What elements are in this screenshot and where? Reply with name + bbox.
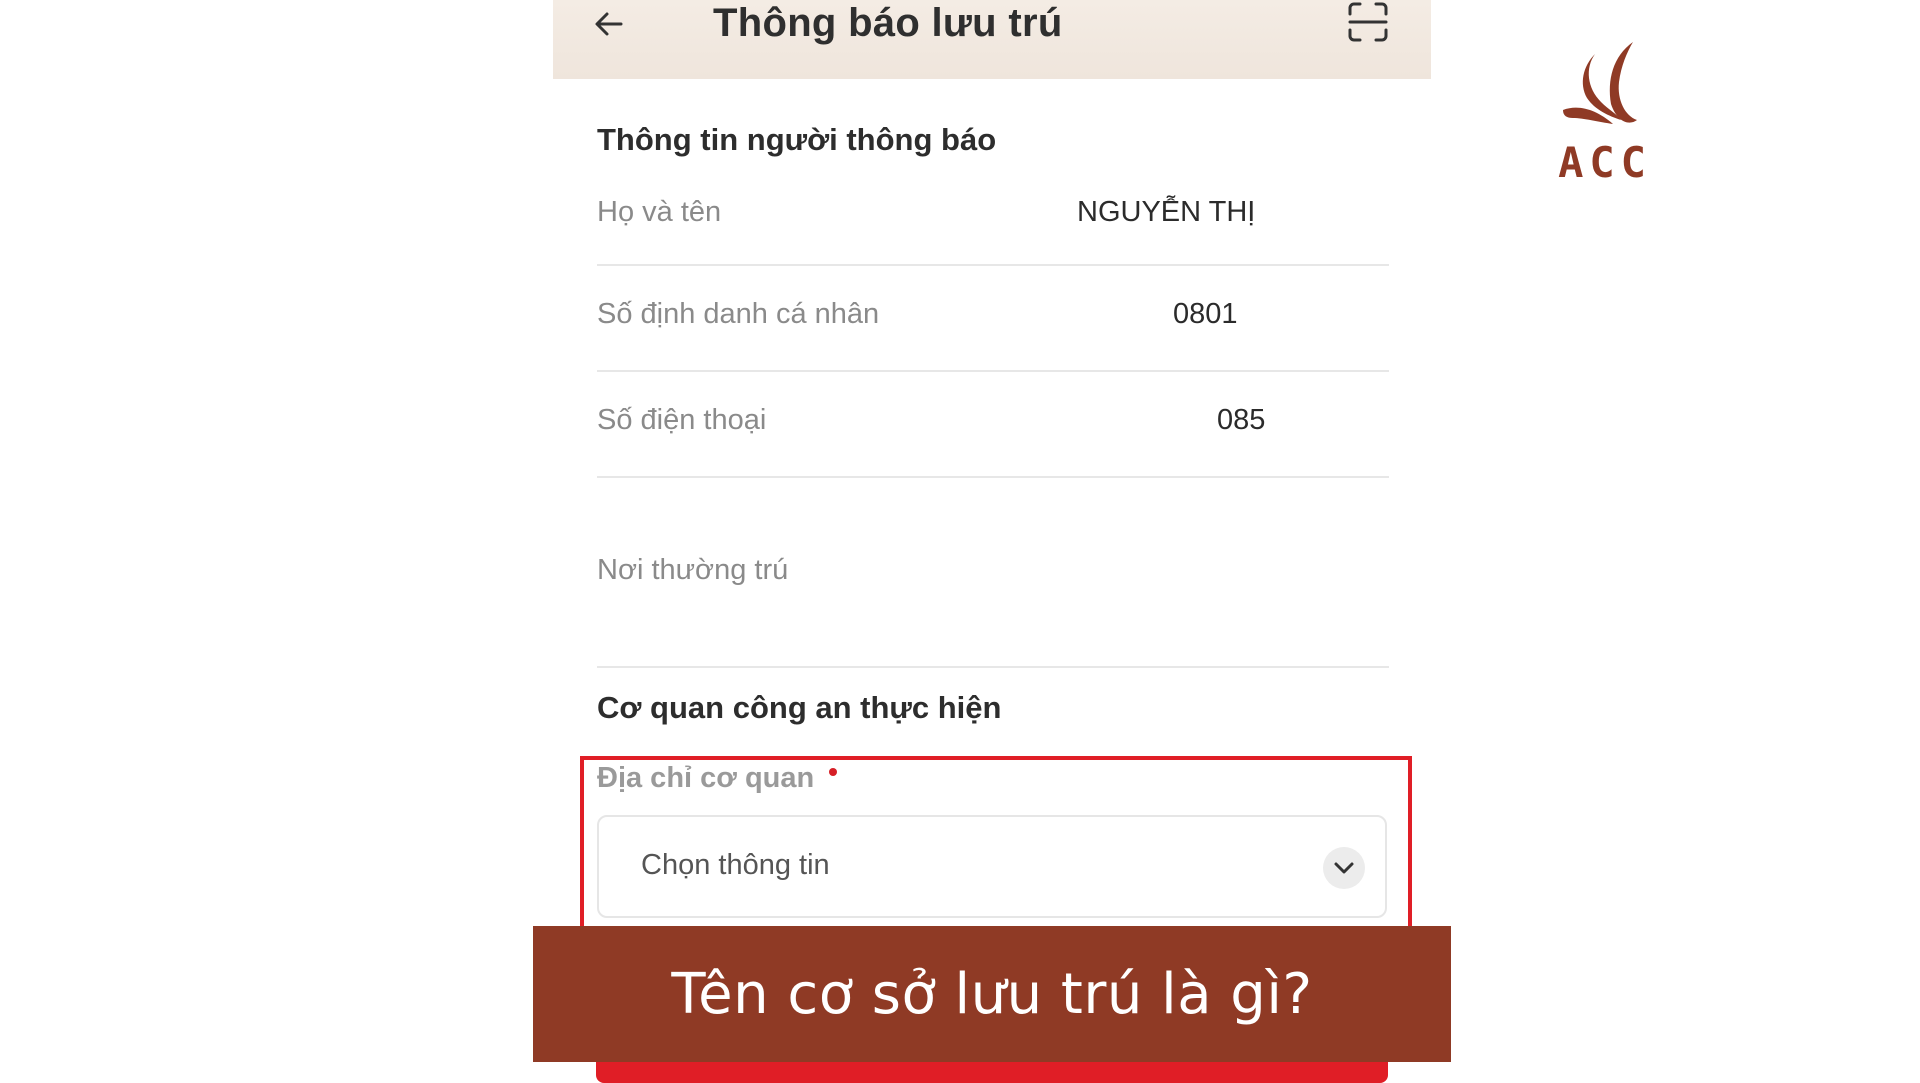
row-id-number: Số định danh cá nhân 0801	[597, 266, 1389, 372]
logo-text: ACC	[1558, 138, 1652, 187]
row-permanent-address: Nơi thường trú	[597, 478, 1389, 668]
notifier-section-title: Thông tin người thông báo	[597, 122, 997, 157]
caption-text: Tên cơ sở lưu trú là gì?	[671, 961, 1313, 1027]
app-header: Thông báo lưu trú	[553, 0, 1431, 79]
acc-logo: ACC	[1555, 38, 1655, 188]
row-label: Họ và tên	[597, 196, 722, 228]
police-section-title: Cơ quan công an thực hiện	[597, 690, 1002, 725]
row-value: NGUYỄN THỊ	[1077, 196, 1256, 228]
row-label: Nơi thường trú	[597, 554, 789, 586]
caption-banner: Tên cơ sở lưu trú là gì?	[533, 926, 1451, 1062]
row-value: 0801	[1173, 298, 1238, 330]
flame-leaf-icon	[1563, 42, 1637, 124]
row-full-name: Họ và tên NGUYỄN THỊ	[597, 178, 1389, 266]
row-label: Số điện thoại	[597, 404, 767, 436]
row-value: 085	[1217, 404, 1266, 436]
row-label: Số định danh cá nhân	[597, 298, 880, 330]
page-title: Thông báo lưu trú	[713, 1, 1063, 45]
arrow-left-icon[interactable]	[591, 6, 627, 42]
highlight-frame	[580, 756, 1412, 931]
row-phone: Số điện thoại 085	[597, 372, 1389, 478]
scan-frame-icon[interactable]	[1346, 0, 1390, 44]
